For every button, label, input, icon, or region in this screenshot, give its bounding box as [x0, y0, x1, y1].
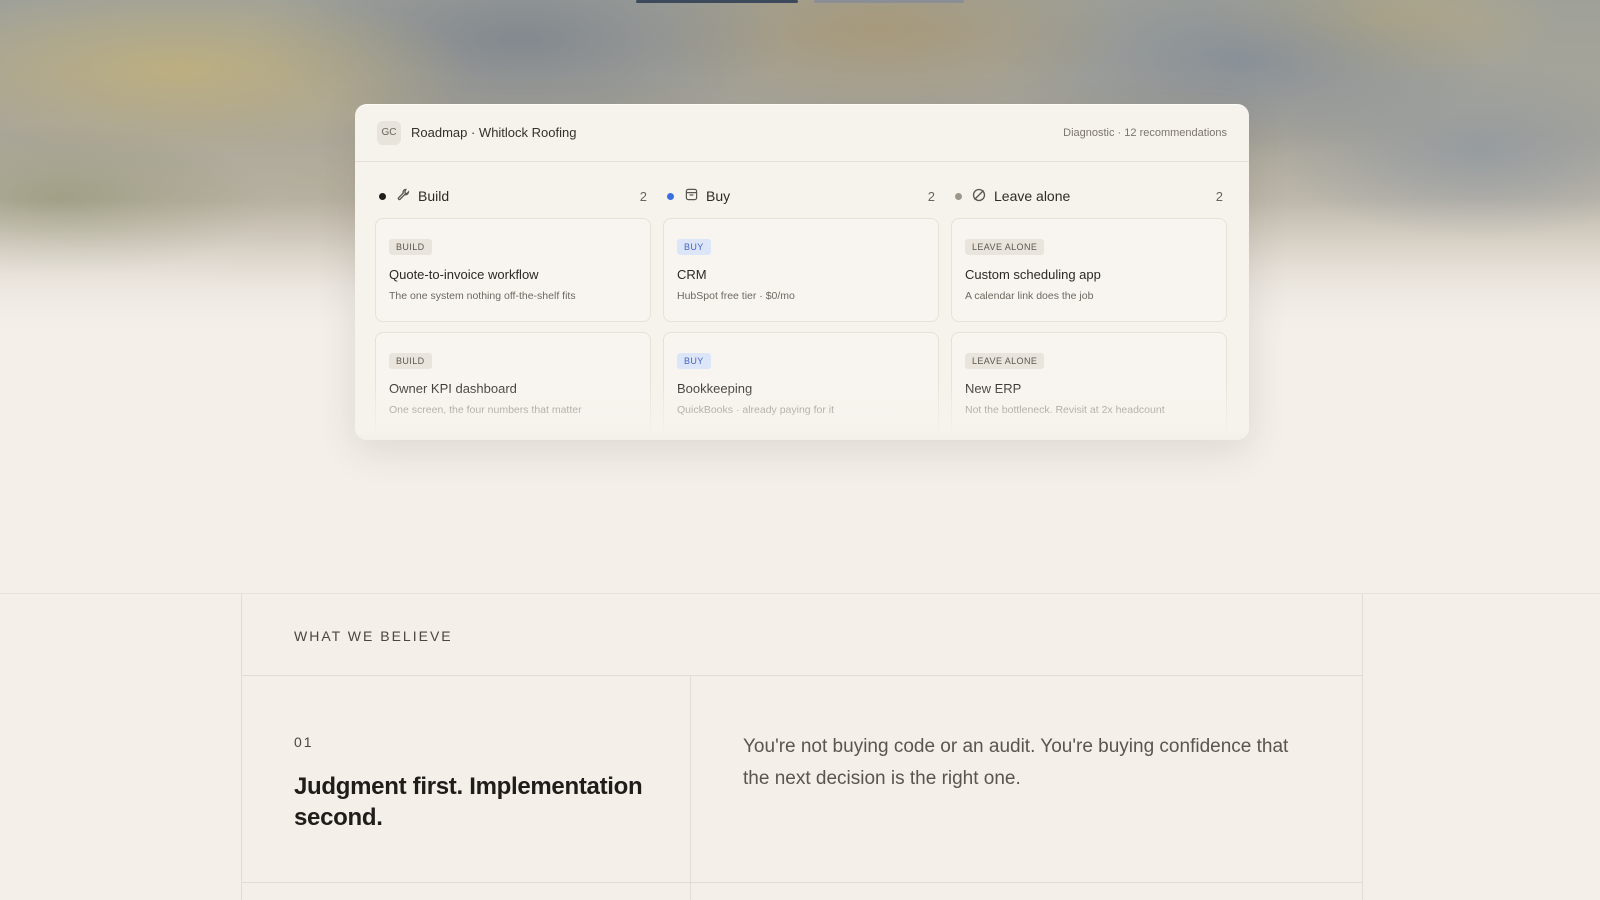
- card-subtitle: A calendar link does the job: [965, 290, 1094, 302]
- hero-tab-active[interactable]: [636, 0, 798, 3]
- category-tag: LEAVE ALONE: [965, 239, 1045, 255]
- slashed-circle-icon: [972, 188, 986, 205]
- column-label: Buy: [706, 188, 731, 204]
- card-subtitle: Not the bottleneck. Revisit at 2x headco…: [965, 404, 1165, 416]
- roadmap-columns: Build 2 BUILD Quote-to-invoice workflow …: [355, 162, 1249, 440]
- column-label: Leave alone: [994, 188, 1071, 204]
- column-label: Build: [418, 188, 450, 204]
- card-subtitle: One screen, the four numbers that matter: [389, 404, 582, 416]
- recommendation-card[interactable]: LEAVE ALONE New ERP Not the bottleneck. …: [951, 332, 1227, 436]
- card-title: Bookkeeping: [677, 381, 753, 396]
- card-subtitle: The one system nothing off-the-shelf fit…: [389, 290, 576, 302]
- card-title: Owner KPI dashboard: [389, 381, 517, 396]
- column-header-buy[interactable]: Buy 2: [663, 182, 939, 210]
- row-divider: [242, 882, 1362, 883]
- card-subtitle: QuickBooks · already paying for it: [677, 404, 834, 416]
- belief-number: 01: [294, 734, 314, 750]
- company-badge: GC: [377, 120, 401, 145]
- recommendation-card[interactable]: BUY CRM HubSpot free tier · $0/mo: [663, 218, 939, 322]
- hero-tab[interactable]: [814, 0, 964, 3]
- roadmap-meta: Diagnostic · 12 recommendations: [1063, 126, 1227, 139]
- category-tag: BUY: [677, 239, 711, 255]
- recommendation-card[interactable]: BUILD Quote-to-invoice workflow The one …: [375, 218, 651, 322]
- card-title: CRM: [677, 267, 707, 282]
- column-count: 2: [639, 188, 647, 204]
- column-build: Build 2 BUILD Quote-to-invoice workflow …: [375, 182, 651, 440]
- column-count: 2: [927, 188, 935, 204]
- column-header-leave-alone[interactable]: Leave alone 2: [951, 182, 1227, 210]
- card-title: Quote-to-invoice workflow: [389, 267, 539, 282]
- leave-alone-dot: [955, 192, 962, 200]
- card-title: Custom scheduling app: [965, 267, 1101, 282]
- wrench-icon: [396, 188, 410, 204]
- roadmap-card: GC Roadmap · Whitlock Roofing Diagnostic…: [355, 104, 1249, 440]
- hero-tab-indicators: [636, 0, 964, 3]
- roadmap-header: GC Roadmap · Whitlock Roofing Diagnostic…: [355, 104, 1249, 162]
- belief-title: Judgment first. Implementation second.: [294, 773, 643, 831]
- card-subtitle: HubSpot free tier · $0/mo: [677, 290, 795, 302]
- column-buy: Buy 2 BUY CRM HubSpot free tier · $0/mo …: [663, 182, 939, 440]
- beliefs-section: WHAT WE BELIEVE 01 Judgment first. Imple…: [0, 593, 1600, 900]
- box-icon: [684, 188, 698, 204]
- card-title: New ERP: [965, 381, 1022, 396]
- recommendation-card[interactable]: BUY Bookkeeping QuickBooks · already pay…: [663, 332, 939, 436]
- build-dot: [379, 192, 386, 200]
- category-tag: BUILD: [389, 239, 432, 255]
- roadmap-title: Roadmap · Whitlock Roofing: [411, 125, 577, 140]
- row-divider: [242, 675, 1362, 676]
- category-tag: BUILD: [389, 353, 432, 369]
- column-header-build[interactable]: Build 2: [375, 182, 651, 210]
- column-divider: [690, 675, 691, 900]
- recommendation-card[interactable]: LEAVE ALONE Custom scheduling app A cale…: [951, 218, 1227, 322]
- section-label: WHAT WE BELIEVE: [294, 628, 453, 644]
- buy-dot: [667, 192, 674, 200]
- recommendation-card[interactable]: BUILD Owner KPI dashboard One screen, th…: [375, 332, 651, 436]
- category-tag: BUY: [677, 353, 711, 369]
- column-count: 2: [1215, 188, 1223, 204]
- category-tag: LEAVE ALONE: [965, 353, 1045, 369]
- column-leave-alone: Leave alone 2 LEAVE ALONE Custom schedul…: [951, 182, 1227, 440]
- beliefs-frame: WHAT WE BELIEVE 01 Judgment first. Imple…: [241, 594, 1363, 900]
- belief-body: You're not buying code or an audit. You'…: [743, 736, 1289, 789]
- roadmap-header-left: GC Roadmap · Whitlock Roofing: [377, 120, 577, 145]
